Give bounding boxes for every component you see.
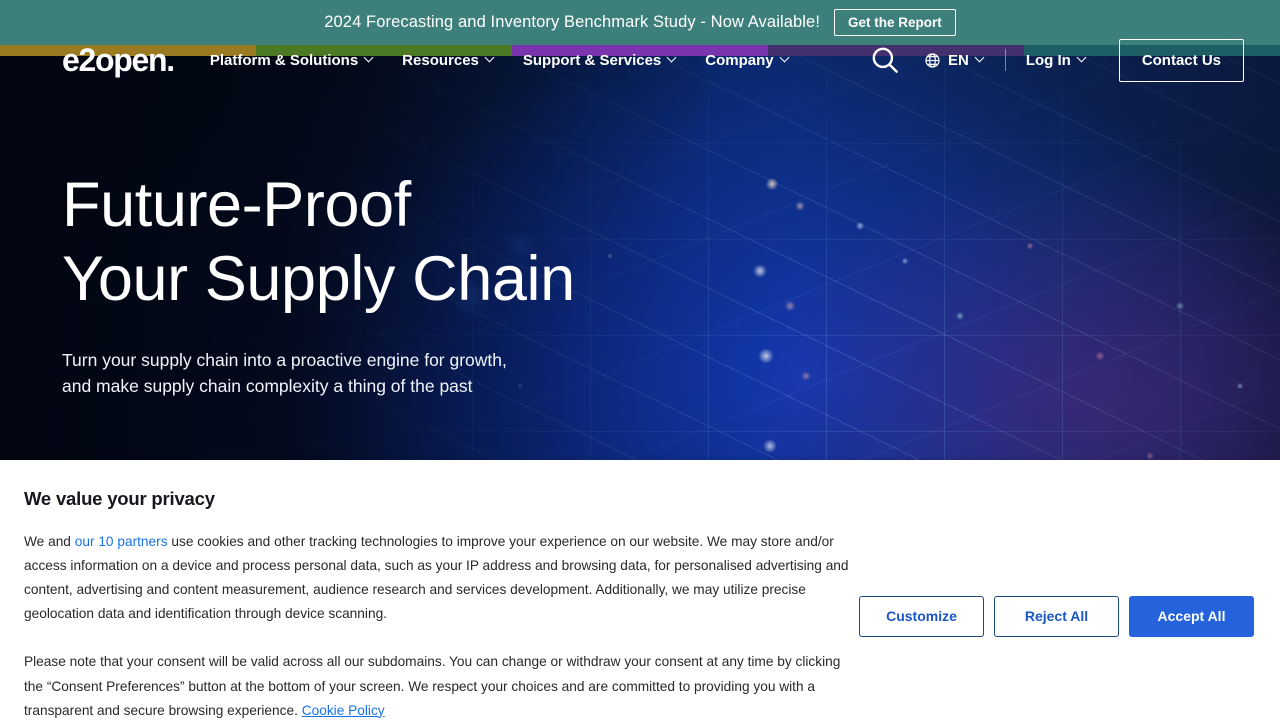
consent-title: We value your privacy [24,488,215,509]
language-selector[interactable]: EN [924,52,985,69]
consent-paragraph-1: We and our 10 partners use cookies and o… [24,530,854,626]
language-label: EN [947,51,969,69]
login-label: Log In [1025,51,1071,69]
page-root: 2024 Forecasting and Inventory Benchmark… [0,0,1280,720]
consent-button-group: Customize Reject All Accept All [854,488,1254,720]
nav-item-support-and-services[interactable]: Support & Services [523,52,677,69]
hero-copy: Future-Proof Your Supply Chain Turn your… [62,168,575,400]
chevron-down-icon [365,54,374,63]
nav-label: Platform & Solutions [209,51,359,69]
our-partners-link[interactable]: our 10 partners [75,534,168,549]
search-icon [872,47,898,73]
nav-item-company[interactable]: Company [705,52,789,69]
search-button[interactable] [868,43,902,77]
chevron-down-icon [976,54,985,63]
main-navigation: Platform & Solutions Resources Support &… [210,52,790,69]
login-menu[interactable]: Log In [1026,52,1087,69]
consent-p1-pre: We and [24,534,75,549]
chevron-down-icon [781,54,790,63]
contact-us-button[interactable]: Contact Us [1118,38,1244,82]
logo-text: e2open [62,42,168,78]
hero-headline: Future-Proof Your Supply Chain [62,170,575,315]
nav-label: Company [705,51,774,69]
e2open-logo[interactable]: e2open. [62,42,175,78]
site-header: e2open. Platform & Solutions Resources S… [0,0,1280,120]
accept-all-button[interactable]: Accept All [1129,596,1254,637]
consent-p2-text: Please note that your consent will be va… [24,654,841,718]
cookie-policy-link[interactable]: Cookie Policy [302,703,385,718]
nav-label: Resources [402,51,479,69]
header-divider [1004,49,1006,71]
cookie-consent-banner: We value your privacy We and our 10 part… [0,460,1280,720]
consent-text-area: We value your privacy We and our 10 part… [24,488,854,720]
header-utilities: EN Log In Contact Us [868,38,1244,82]
nav-label: Support & Services [522,51,662,69]
hero-subheadline: Turn your supply chain into a proactive … [62,349,507,397]
reject-all-button[interactable]: Reject All [994,596,1119,637]
chevron-down-icon [1078,54,1087,63]
nav-item-platform-and-solutions[interactable]: Platform & Solutions [210,52,374,69]
nav-item-resources[interactable]: Resources [402,52,495,69]
consent-paragraph-2: Please note that your consent will be va… [24,650,854,720]
chevron-down-icon [668,54,677,63]
globe-icon [925,52,940,68]
customize-button[interactable]: Customize [859,596,984,637]
chevron-down-icon [486,54,495,63]
logo-dot: . [166,42,175,78]
